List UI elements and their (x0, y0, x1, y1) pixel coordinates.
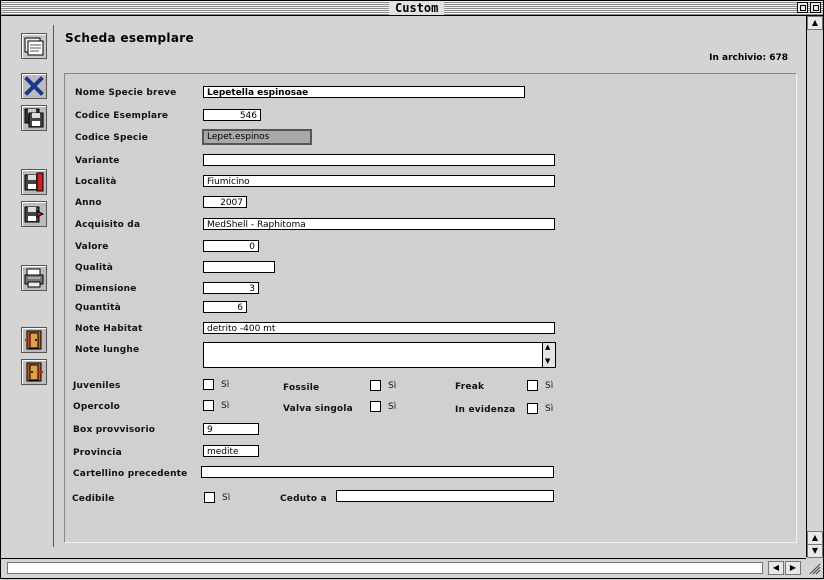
in-evidenza-option: Sì (545, 404, 554, 414)
form-view-button[interactable] (21, 33, 47, 59)
label-ceduto-a: Ceduto a (280, 494, 327, 504)
export-button[interactable] (21, 169, 47, 195)
vertical-scrollbar[interactable]: ▲ ▲ ▼ (806, 16, 823, 558)
archive-count: In archivio: 678 (709, 53, 788, 63)
cartellino-precedente-field[interactable] (201, 466, 554, 478)
scroll-right-arrow-icon[interactable]: ▶ (785, 561, 801, 575)
label-opercolo: Opercolo (73, 402, 121, 412)
label-dimensione: Dimensione (75, 284, 137, 294)
label-localita: Località (75, 177, 117, 187)
form-panel: Nome Specie breve Lepetella espinosae Co… (64, 73, 797, 543)
print-button[interactable] (21, 265, 47, 291)
label-nome-specie-breve: Nome Specie breve (75, 88, 177, 98)
valva-singola-checkbox[interactable] (370, 401, 381, 412)
fossile-option: Sì (388, 381, 397, 391)
enter-button[interactable] (21, 359, 47, 385)
door-enter-icon (26, 362, 43, 382)
label-valva-singola: Valva singola (283, 404, 353, 414)
label-juveniles: Juveniles (73, 381, 121, 391)
box-provvisorio-field[interactable]: 9 (203, 423, 259, 435)
horizontal-scroll-track[interactable] (7, 562, 763, 574)
scroll-down-arrow-icon[interactable]: ▼ (807, 544, 823, 558)
opercolo-checkbox[interactable] (203, 400, 214, 411)
codice-esemplare-field[interactable]: 546 (203, 109, 261, 121)
cedibile-checkbox[interactable] (204, 492, 215, 503)
acquisito-da-field[interactable]: MedShell - Raphitoma (203, 218, 555, 230)
import-button[interactable] (21, 201, 47, 227)
ceduto-a-field[interactable] (336, 490, 554, 502)
label-codice-esemplare: Codice Esemplare (75, 111, 169, 121)
label-fossile: Fossile (283, 383, 320, 393)
freak-option: Sì (545, 381, 554, 391)
save-disk-icon (24, 108, 44, 128)
note-lunghe-scrollbar[interactable]: ▲ ▼ (542, 342, 556, 368)
juveniles-checkbox[interactable] (203, 379, 214, 390)
label-acquisito-da: Acquisito da (75, 220, 141, 230)
provincia-field[interactable]: medite (203, 445, 259, 457)
exit-button[interactable] (21, 327, 47, 353)
disk-export-icon (24, 172, 44, 192)
label-provincia: Provincia (73, 448, 122, 458)
valva-singola-option: Sì (388, 402, 397, 412)
label-codice-specie: Codice Specie (75, 133, 149, 143)
label-anno: Anno (75, 198, 102, 208)
save-button[interactable] (21, 105, 47, 131)
localita-field[interactable]: Fiumicino (203, 175, 555, 187)
qualita-field[interactable] (203, 261, 275, 273)
note-habitat-field[interactable]: detrito -400 mt (203, 322, 555, 334)
label-variante: Variante (75, 156, 120, 166)
delete-record-icon (24, 76, 44, 96)
dimensione-field[interactable]: 3 (203, 282, 259, 294)
label-freak: Freak (455, 382, 485, 392)
disk-import-icon (24, 206, 45, 223)
note-lunghe-textarea[interactable] (203, 342, 543, 368)
door-exit-icon (25, 330, 42, 350)
window-title: Custom (389, 1, 445, 15)
valore-field[interactable]: 0 (203, 240, 259, 252)
label-box-provvisorio: Box provvisorio (73, 425, 156, 435)
print-icon (24, 268, 44, 288)
title-bar[interactable]: Custom (1, 1, 823, 16)
page-title: Scheda esemplare (65, 31, 194, 45)
scroll-up-arrow-bottom-icon[interactable]: ▲ (807, 531, 823, 545)
label-note-lunghe: Note lunghe (75, 345, 140, 355)
freak-checkbox[interactable] (527, 380, 538, 391)
nome-specie-breve-field[interactable]: Lepetella espinosae (203, 86, 525, 98)
scroll-up-icon[interactable]: ▲ (545, 343, 550, 351)
label-cartellino-precedente: Cartellino precedente (73, 469, 188, 479)
collapse-box-icon[interactable] (810, 2, 821, 13)
scroll-down-icon[interactable]: ▼ (545, 357, 550, 365)
scroll-left-arrow-icon[interactable]: ◀ (768, 561, 784, 575)
anno-field[interactable]: 2007 (203, 196, 247, 208)
fossile-checkbox[interactable] (370, 380, 381, 391)
in-evidenza-checkbox[interactable] (527, 403, 538, 414)
codice-specie-field[interactable]: Lepet.espinos (202, 129, 312, 145)
variante-field[interactable] (203, 154, 555, 166)
resize-grip-icon[interactable] (807, 559, 822, 576)
label-qualita: Qualità (75, 263, 114, 273)
scroll-up-arrow-icon[interactable]: ▲ (807, 16, 823, 30)
juveniles-option: Sì (221, 380, 230, 390)
form-header: Scheda esemplare In archivio: 678 (54, 25, 806, 69)
opercolo-option: Sì (221, 401, 230, 411)
label-note-habitat: Note Habitat (75, 324, 143, 334)
label-quantita: Quantità (75, 303, 121, 313)
cedibile-option: Sì (222, 493, 231, 503)
delete-record-button[interactable] (21, 73, 47, 99)
quantita-field[interactable]: 6 (203, 301, 247, 313)
app-window: Custom Scheda esemplare In archivio: 678… (0, 0, 824, 579)
label-in-evidenza: In evidenza (455, 405, 516, 415)
horizontal-scrollbar[interactable]: ◀ ▶ (1, 558, 806, 577)
form-view-icon (24, 37, 44, 56)
side-toolbar (15, 25, 54, 547)
label-valore: Valore (75, 242, 109, 252)
label-cedibile: Cedibile (72, 494, 115, 504)
zoom-box-icon[interactable] (797, 2, 808, 13)
